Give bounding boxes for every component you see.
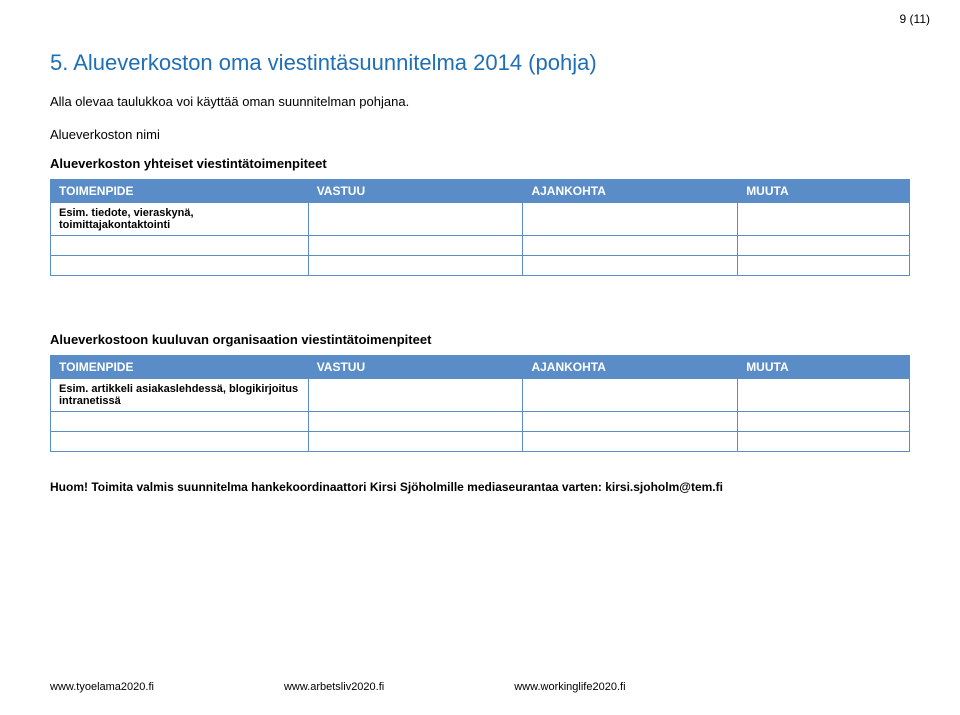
col-header-vastuu: VASTUU (308, 356, 523, 379)
cell-toimenpide: Esim. artikkeli asiakaslehdessä, blogiki… (51, 379, 309, 412)
cell-toimenpide (51, 256, 309, 276)
col-header-toimenpide: TOIMENPIDE (51, 356, 309, 379)
col-header-muuta: MUUTA (738, 180, 910, 203)
cell-muuta (738, 203, 910, 236)
cell-muuta (738, 412, 910, 432)
cell-ajankohta (523, 412, 738, 432)
cell-ajankohta (523, 256, 738, 276)
cell-toimenpide (51, 432, 309, 452)
footer-link-1: www.tyoelama2020.fi (50, 681, 154, 693)
network-name-label: Alueverkoston nimi (50, 127, 910, 142)
cell-muuta (738, 256, 910, 276)
note-text: Huom! Toimita valmis suunnitelma hankeko… (50, 480, 910, 494)
cell-vastuu (308, 379, 523, 412)
table-row: Esim. artikkeli asiakaslehdessä, blogiki… (51, 379, 910, 412)
page-content: 5. Alueverkoston oma viestintäsuunnitelm… (0, 0, 960, 494)
footer: www.tyoelama2020.fi www.arbetsliv2020.fi… (50, 681, 910, 693)
cell-vastuu (308, 412, 523, 432)
cell-vastuu (308, 203, 523, 236)
table2-title: Alueverkostoon kuuluvan organisaation vi… (50, 332, 910, 347)
cell-ajankohta (523, 236, 738, 256)
col-header-ajankohta: AJANKOHTA (523, 356, 738, 379)
cell-vastuu (308, 432, 523, 452)
cell-toimenpide: Esim. tiedote, vieraskynä, toimittajakon… (51, 203, 309, 236)
table-row (51, 236, 910, 256)
cell-muuta (738, 432, 910, 452)
footer-link-3: www.workinglife2020.fi (514, 681, 625, 693)
col-header-toimenpide: TOIMENPIDE (51, 180, 309, 203)
table-header-row: TOIMENPIDE VASTUU AJANKOHTA MUUTA (51, 180, 910, 203)
cell-vastuu (308, 236, 523, 256)
col-header-ajankohta: AJANKOHTA (523, 180, 738, 203)
cell-vastuu (308, 256, 523, 276)
table-row (51, 412, 910, 432)
section-heading: 5. Alueverkoston oma viestintäsuunnitelm… (50, 50, 910, 76)
table-row (51, 432, 910, 452)
cell-muuta (738, 236, 910, 256)
cell-toimenpide (51, 412, 309, 432)
table-header-row: TOIMENPIDE VASTUU AJANKOHTA MUUTA (51, 356, 910, 379)
table-shared-actions: TOIMENPIDE VASTUU AJANKOHTA MUUTA Esim. … (50, 179, 910, 276)
cell-ajankohta (523, 379, 738, 412)
table-row: Esim. tiedote, vieraskynä, toimittajakon… (51, 203, 910, 236)
cell-ajankohta (523, 432, 738, 452)
intro-text: Alla olevaa taulukkoa voi käyttää oman s… (50, 94, 910, 109)
table-org-actions: TOIMENPIDE VASTUU AJANKOHTA MUUTA Esim. … (50, 355, 910, 452)
page-number: 9 (11) (900, 12, 930, 26)
cell-ajankohta (523, 203, 738, 236)
table1-title: Alueverkoston yhteiset viestintätoimenpi… (50, 156, 910, 171)
table-row (51, 256, 910, 276)
footer-link-2: www.arbetsliv2020.fi (284, 681, 384, 693)
col-header-vastuu: VASTUU (308, 180, 523, 203)
cell-toimenpide (51, 236, 309, 256)
col-header-muuta: MUUTA (738, 356, 910, 379)
cell-muuta (738, 379, 910, 412)
